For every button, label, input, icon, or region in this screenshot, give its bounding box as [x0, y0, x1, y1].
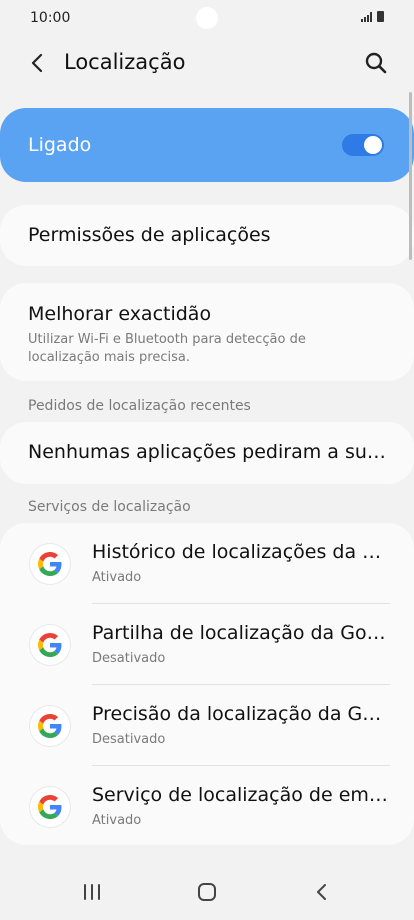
- location-services-header: Serviços de localização: [28, 499, 191, 515]
- improve-accuracy-item[interactable]: Melhorar exactidão Utilizar Wi-Fi e Blue…: [0, 283, 414, 381]
- status-icons: [361, 11, 384, 22]
- page-title: Localização: [64, 50, 186, 74]
- recent-requests-header: Pedidos de localização recentes: [28, 398, 251, 414]
- service-item-google-location-history[interactable]: Histórico de localizações da Google Ativ…: [0, 523, 414, 603]
- status-bar: 10:00: [0, 0, 414, 38]
- service-item-google-location-sharing[interactable]: Partilha de localização da Google Desati…: [0, 604, 414, 684]
- search-icon[interactable]: [362, 49, 390, 77]
- location-switch[interactable]: [342, 134, 384, 156]
- service-title: Partilha de localização da Google: [92, 622, 390, 644]
- recent-requests-text: Nenhumas aplicações pediram a sua locali…: [28, 441, 390, 463]
- switch-knob: [364, 136, 382, 154]
- service-status: Ativado: [92, 570, 142, 585]
- app-permissions-label: Permissões de aplicações: [28, 224, 271, 246]
- home-icon[interactable]: [189, 874, 225, 910]
- battery-icon: [377, 11, 384, 22]
- google-g-icon: [30, 706, 70, 746]
- service-status: Desativado: [92, 732, 166, 747]
- navigation-bar: [0, 860, 414, 920]
- app-permissions-item[interactable]: Permissões de aplicações: [0, 205, 414, 266]
- location-services-list: Histórico de localizações da Google Ativ…: [0, 523, 414, 845]
- scrollbar[interactable]: [409, 92, 412, 260]
- improve-accuracy-title: Melhorar exactidão: [28, 303, 212, 325]
- back-nav-icon[interactable]: [304, 874, 340, 910]
- location-master-toggle[interactable]: Ligado: [0, 108, 414, 182]
- service-title: Precisão da localização da Google: [92, 703, 390, 725]
- back-arrow-icon[interactable]: [24, 49, 52, 77]
- master-toggle-label: Ligado: [28, 134, 92, 156]
- signal-icon: [361, 12, 372, 22]
- google-g-icon: [30, 625, 70, 665]
- status-time: 10:00: [30, 10, 71, 26]
- recent-apps-icon[interactable]: [74, 874, 110, 910]
- service-title: Serviço de localização de emergência: [92, 784, 390, 806]
- service-item-google-location-accuracy[interactable]: Precisão da localização da Google Desati…: [0, 685, 414, 765]
- google-g-icon: [30, 787, 70, 827]
- service-item-emergency-location-service[interactable]: Serviço de localização de emergência Ati…: [0, 766, 414, 846]
- improve-accuracy-subtitle: Utilizar Wi-Fi e Bluetooth para detecção…: [28, 332, 306, 365]
- service-status: Ativado: [92, 813, 142, 828]
- service-status: Desativado: [92, 651, 166, 666]
- service-title: Histórico de localizações da Google: [92, 541, 390, 563]
- camera-cutout: [196, 7, 218, 29]
- recent-requests-item: Nenhumas aplicações pediram a sua locali…: [0, 422, 414, 484]
- app-bar: Localização: [0, 38, 414, 88]
- google-g-icon: [30, 544, 70, 584]
